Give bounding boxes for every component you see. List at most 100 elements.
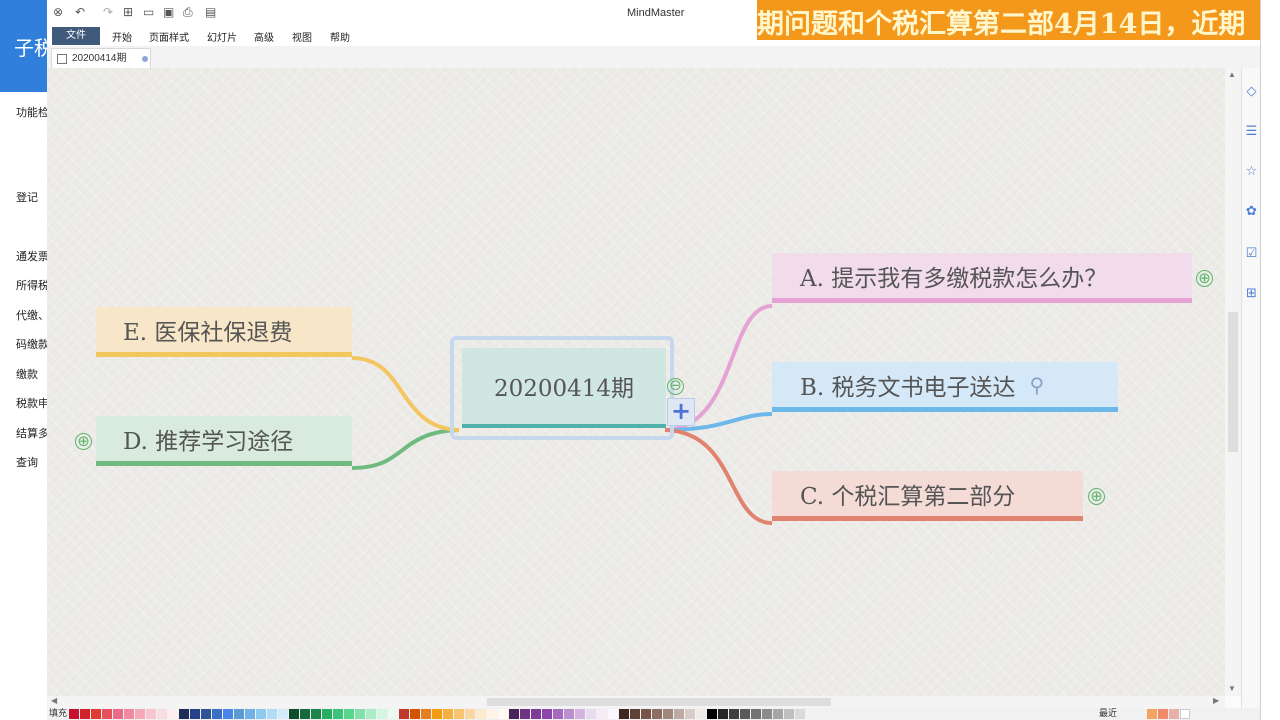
topic-a[interactable]: A. 提示我有多缴税款怎么办？ xyxy=(772,253,1192,303)
collapse-icon[interactable]: ⊖ xyxy=(667,378,684,395)
menu-file[interactable]: 文件 xyxy=(52,27,100,45)
background-app-menu-item[interactable]: 结算多 xyxy=(16,425,47,441)
background-app-menu-item[interactable]: 登记 xyxy=(16,189,38,205)
topic-e[interactable]: E. 医保社保退费 xyxy=(96,307,352,357)
color-swatch[interactable] xyxy=(91,709,101,719)
menu-advanced[interactable]: 高级 xyxy=(254,29,274,44)
horizontal-scroll-thumb[interactable] xyxy=(487,698,831,706)
redo-icon[interactable]: ↷ xyxy=(103,5,113,19)
scroll-right-icon[interactable]: ▶ xyxy=(1213,696,1219,705)
color-swatch[interactable] xyxy=(410,709,420,719)
color-swatch[interactable] xyxy=(212,709,222,719)
color-swatch[interactable] xyxy=(256,709,266,719)
central-topic-frame[interactable]: 20200414期 xyxy=(450,336,674,440)
print-icon[interactable]: ⎙ xyxy=(183,5,193,20)
color-swatch[interactable] xyxy=(740,709,750,719)
color-swatch[interactable] xyxy=(421,709,431,719)
background-app-menu-item[interactable]: 缴款 xyxy=(16,366,38,382)
central-topic[interactable]: 20200414期 xyxy=(462,348,666,428)
color-swatch[interactable] xyxy=(476,709,486,719)
menu-page-style[interactable]: 页面样式 xyxy=(149,29,189,44)
menu-home[interactable]: 开始 xyxy=(112,29,132,44)
background-app-menu-item[interactable]: 通发票 xyxy=(16,248,47,264)
color-swatch[interactable] xyxy=(795,709,805,719)
color-swatch[interactable] xyxy=(773,709,783,719)
color-swatch[interactable] xyxy=(113,709,123,719)
undo-icon[interactable]: ↶ xyxy=(75,5,85,19)
color-swatches[interactable] xyxy=(69,709,817,719)
color-swatch[interactable] xyxy=(333,709,343,719)
mindmap-canvas[interactable]: 20200414期 ⊖ + A. 提示我有多缴税款怎么办？ ⊕ B. 税务文书电… xyxy=(47,68,1225,696)
color-swatch[interactable] xyxy=(366,709,376,719)
save-icon[interactable]: ▣ xyxy=(163,5,174,19)
color-swatch[interactable] xyxy=(157,709,167,719)
color-swatch[interactable] xyxy=(146,709,156,719)
color-swatch[interactable] xyxy=(311,709,321,719)
color-swatch[interactable] xyxy=(234,709,244,719)
theme-icon[interactable]: ✿ xyxy=(1244,204,1259,219)
color-swatch[interactable] xyxy=(729,709,739,719)
add-topic-button[interactable]: + xyxy=(667,398,695,426)
recent-swatch[interactable] xyxy=(1180,709,1190,719)
color-swatch[interactable] xyxy=(674,709,684,719)
color-swatch[interactable] xyxy=(509,709,519,719)
color-swatch[interactable] xyxy=(179,709,189,719)
color-swatch[interactable] xyxy=(784,709,794,719)
format-paint-icon[interactable]: ◇ xyxy=(1244,84,1259,99)
color-swatch[interactable] xyxy=(663,709,673,719)
recent-color-swatches[interactable] xyxy=(1147,709,1191,719)
color-swatch[interactable] xyxy=(630,709,640,719)
menu-view[interactable]: 视图 xyxy=(292,29,312,44)
color-swatch[interactable] xyxy=(718,709,728,719)
vertical-scroll-thumb[interactable] xyxy=(1228,312,1238,452)
color-swatch[interactable] xyxy=(520,709,530,719)
color-swatch[interactable] xyxy=(597,709,607,719)
color-swatch[interactable] xyxy=(696,709,706,719)
color-swatch[interactable] xyxy=(190,709,200,719)
color-swatch[interactable] xyxy=(542,709,552,719)
color-swatch[interactable] xyxy=(201,709,211,719)
color-swatch[interactable] xyxy=(80,709,90,719)
color-swatch[interactable] xyxy=(135,709,145,719)
color-swatch[interactable] xyxy=(564,709,574,719)
scroll-left-icon[interactable]: ◀ xyxy=(51,696,57,705)
color-swatch[interactable] xyxy=(619,709,629,719)
color-swatch[interactable] xyxy=(399,709,409,719)
document-tab[interactable]: 20200414期 xyxy=(51,48,151,69)
color-swatch[interactable] xyxy=(806,709,816,719)
topic-d[interactable]: D. 推荐学习途径 xyxy=(96,416,352,466)
color-swatch[interactable] xyxy=(707,709,717,719)
clipart-icon[interactable]: ☆ xyxy=(1244,164,1259,179)
color-swatch[interactable] xyxy=(608,709,618,719)
recent-swatch[interactable] xyxy=(1169,709,1179,719)
topic-c[interactable]: C. 个税汇算第二部分 xyxy=(772,471,1083,521)
color-swatch[interactable] xyxy=(575,709,585,719)
topic-b[interactable]: B. 税务文书电子送达 ⚲ xyxy=(772,362,1118,412)
scroll-up-icon[interactable]: ▲ xyxy=(1228,70,1236,79)
color-swatch[interactable] xyxy=(102,709,112,719)
color-swatch[interactable] xyxy=(586,709,596,719)
color-swatch[interactable] xyxy=(531,709,541,719)
color-swatch[interactable] xyxy=(377,709,387,719)
color-swatch[interactable] xyxy=(168,709,178,719)
background-app-menu-item[interactable]: 税款申 xyxy=(16,395,47,411)
layout-icon[interactable]: ⊞ xyxy=(1244,286,1259,301)
color-swatch[interactable] xyxy=(432,709,442,719)
background-app-menu-item[interactable]: 功能检 xyxy=(16,104,47,120)
color-swatch[interactable] xyxy=(223,709,233,719)
scroll-down-icon[interactable]: ▼ xyxy=(1228,684,1236,693)
color-swatch[interactable] xyxy=(344,709,354,719)
open-folder-icon[interactable]: ▭ xyxy=(143,5,154,19)
paperclip-icon[interactable]: ⚲ xyxy=(1030,373,1045,397)
color-swatch[interactable] xyxy=(641,709,651,719)
color-swatch[interactable] xyxy=(751,709,761,719)
color-swatch[interactable] xyxy=(300,709,310,719)
outline-list-icon[interactable]: ☰ xyxy=(1244,124,1259,139)
background-app-menu-item[interactable]: 码缴款 xyxy=(16,336,47,352)
color-swatch[interactable] xyxy=(443,709,453,719)
color-swatch[interactable] xyxy=(69,709,79,719)
color-swatch[interactable] xyxy=(355,709,365,719)
expand-topic-d-icon[interactable]: ⊕ xyxy=(75,433,92,450)
color-swatch[interactable] xyxy=(322,709,332,719)
color-swatch[interactable] xyxy=(762,709,772,719)
